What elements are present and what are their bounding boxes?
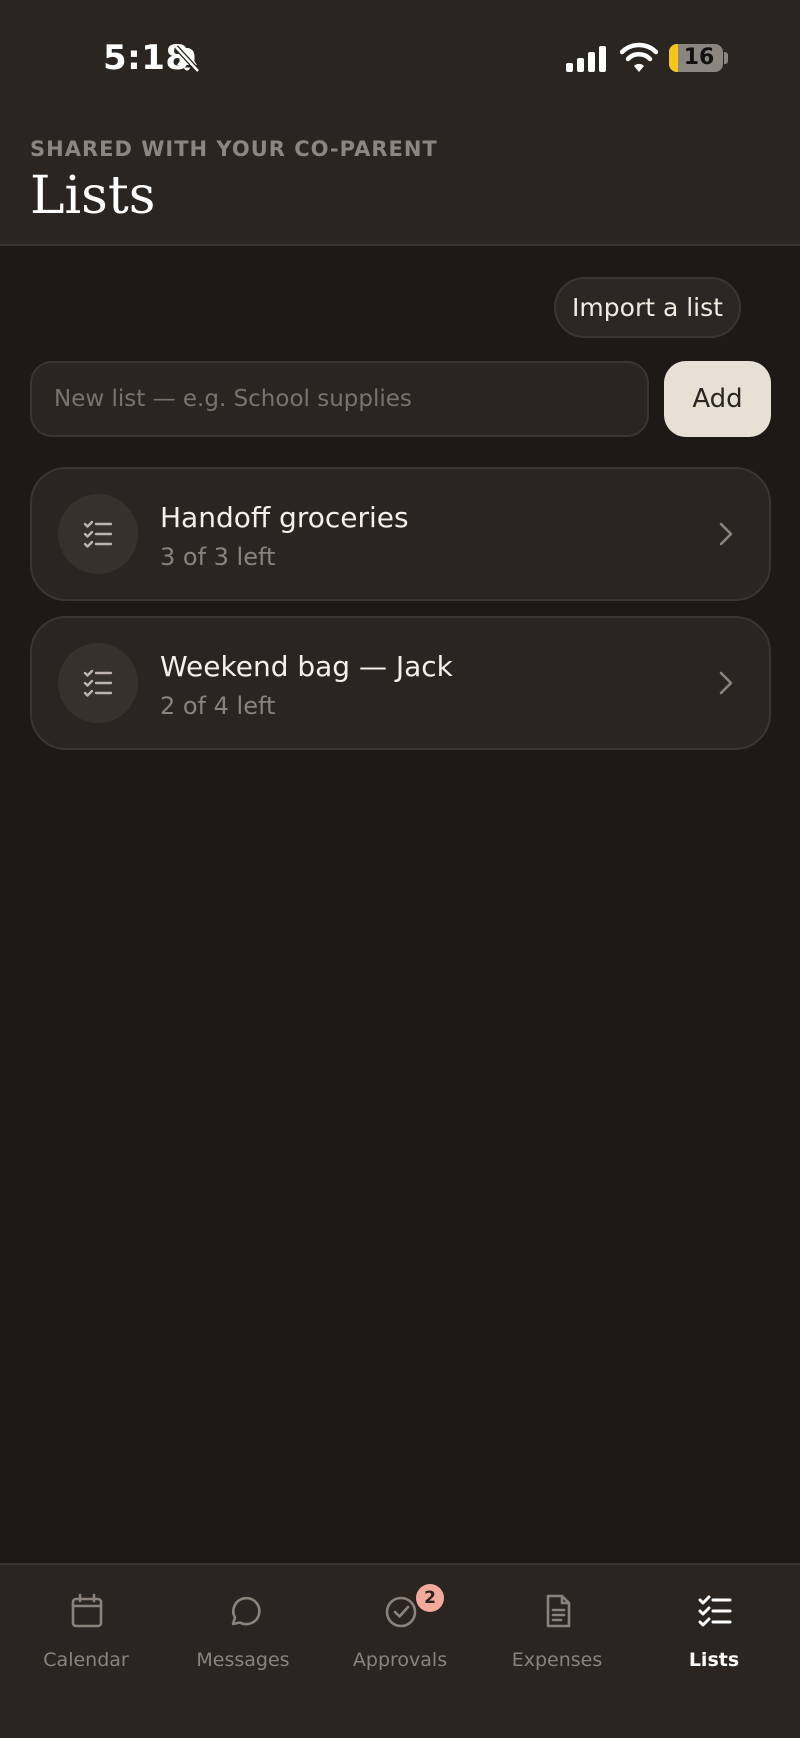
checklist-icon <box>83 669 113 697</box>
status-bar: 5:18 16 <box>0 0 800 110</box>
tab-messages[interactable]: Messages <box>163 1565 323 1685</box>
wifi-icon <box>620 42 658 72</box>
list-title: Weekend bag — Jack <box>160 650 453 683</box>
tab-label: Lists <box>688 1649 740 1671</box>
battery-level: 16 <box>683 45 715 70</box>
tab-approvals[interactable]: 2 Approvals <box>320 1565 480 1685</box>
bell-muted-icon <box>174 45 200 73</box>
chevron-right-icon <box>719 671 733 695</box>
list-progress: 3 of 3 left <box>160 543 276 571</box>
add-list-button[interactable]: Add <box>664 361 771 437</box>
list-icon-circle <box>58 643 138 723</box>
check-circle-icon <box>385 1596 417 1628</box>
checklist-icon <box>83 520 113 548</box>
new-list-input[interactable] <box>30 361 649 437</box>
calendar-icon <box>71 1593 103 1628</box>
tab-calendar[interactable]: Calendar <box>6 1565 166 1685</box>
tab-label: Approvals <box>352 1649 448 1671</box>
tab-lists[interactable]: Lists <box>634 1565 794 1685</box>
tab-expenses[interactable]: Expenses <box>477 1565 637 1685</box>
tab-bar: Calendar Messages 2 Approvals Expenses L… <box>0 1563 800 1738</box>
list-item[interactable]: Weekend bag — Jack 2 of 4 left <box>30 616 771 750</box>
page-title: Lists <box>30 166 156 226</box>
chat-bubble-icon <box>231 1596 261 1626</box>
list-title: Handoff groceries <box>160 501 409 534</box>
battery-indicator: 16 <box>669 44 723 72</box>
header: 5:18 16 SHARED WITH YOUR CO-PARENT Lists <box>0 0 800 246</box>
approvals-badge: 2 <box>416 1584 444 1612</box>
document-icon <box>546 1594 571 1628</box>
tab-label: Messages <box>196 1649 290 1671</box>
cellular-signal-icon <box>566 46 606 72</box>
battery-nub <box>724 52 728 64</box>
tab-label: Expenses <box>511 1649 603 1671</box>
lists-screen: 5:18 16 SHARED WITH YOUR CO-PARENT Lists… <box>0 0 800 1738</box>
list-item[interactable]: Handoff groceries 3 of 3 left <box>30 467 771 601</box>
checklist-icon <box>698 1595 732 1627</box>
chevron-right-icon <box>719 522 733 546</box>
list-progress: 2 of 4 left <box>160 692 276 720</box>
header-eyebrow: SHARED WITH YOUR CO-PARENT <box>30 137 438 161</box>
import-list-button[interactable]: Import a list <box>554 277 741 338</box>
list-icon-circle <box>58 494 138 574</box>
tab-label: Calendar <box>43 1649 129 1671</box>
